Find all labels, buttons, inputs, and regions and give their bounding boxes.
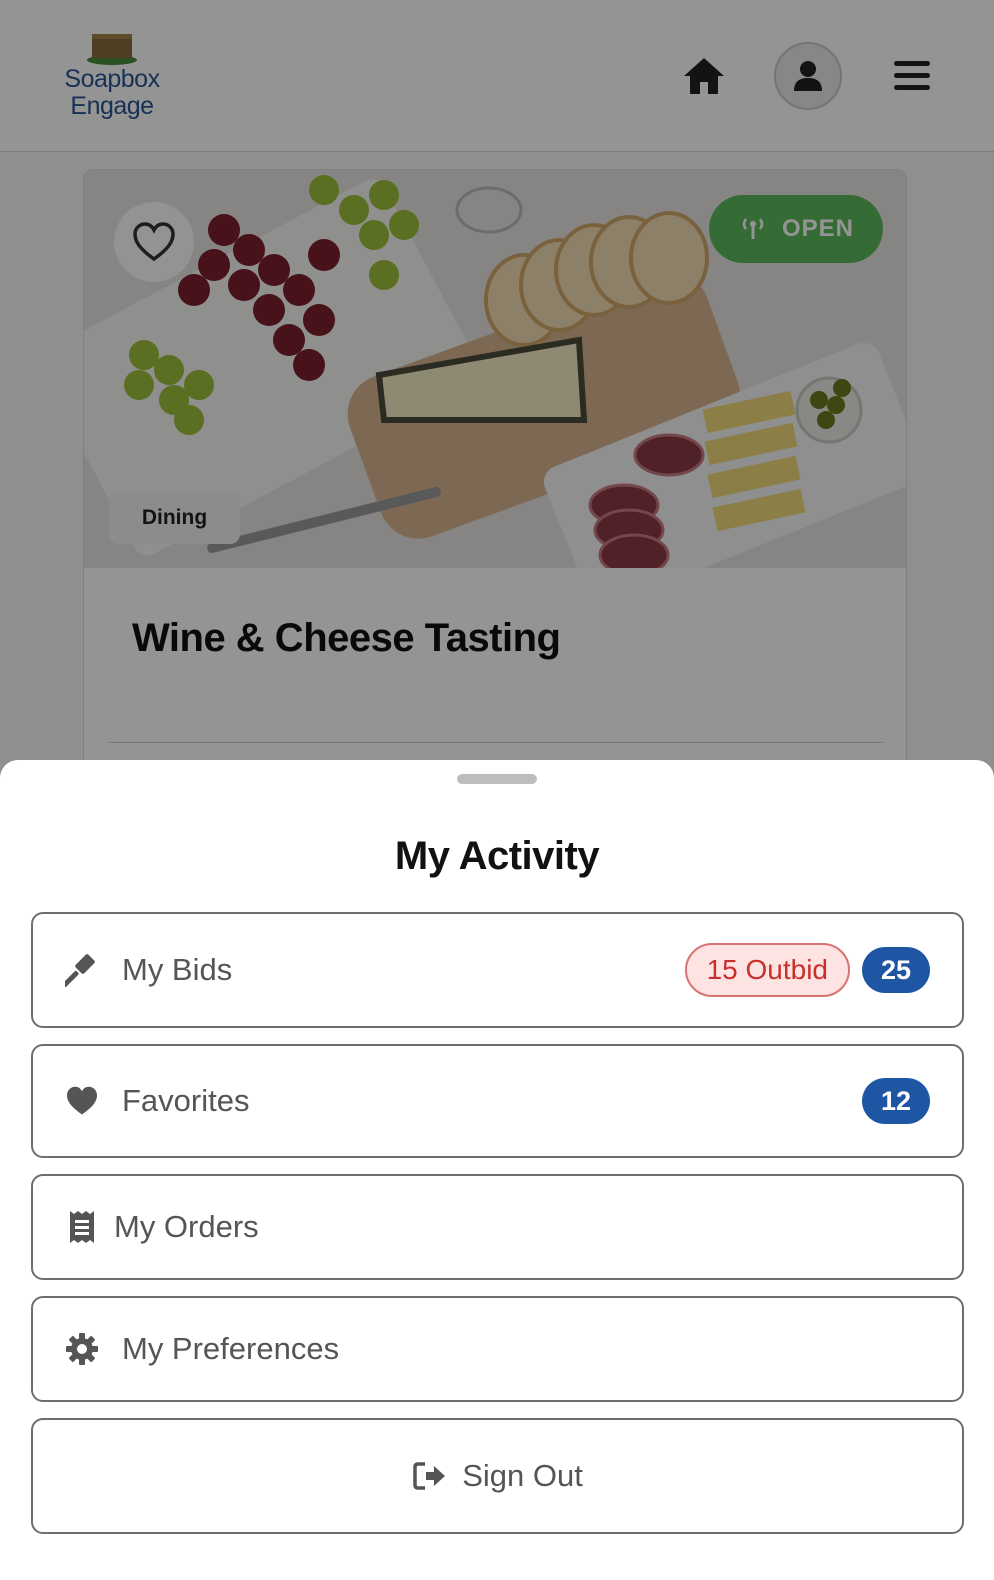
favorites-button[interactable]: Favorites 12 bbox=[31, 1044, 964, 1158]
sheet-title: My Activity bbox=[394, 834, 600, 878]
sign-out-label: Sign Out bbox=[462, 1458, 583, 1493]
bids-count-badge: 25 bbox=[862, 947, 930, 993]
my-orders-label: My Orders bbox=[114, 1209, 259, 1244]
receipt-icon bbox=[64, 1209, 100, 1245]
my-preferences-label: My Preferences bbox=[122, 1331, 340, 1366]
my-preferences-button[interactable]: My Preferences bbox=[31, 1296, 964, 1402]
gavel-icon bbox=[64, 952, 100, 988]
favorites-count-badge: 12 bbox=[862, 1078, 930, 1124]
sheet-drag-handle[interactable] bbox=[457, 774, 537, 784]
heart-icon bbox=[64, 1083, 100, 1119]
favorites-label: Favorites bbox=[122, 1083, 250, 1118]
sign-out-icon bbox=[412, 1458, 448, 1494]
my-activity-sheet: My Activity My Bids 15 Outbid 25 Favorit… bbox=[0, 760, 994, 1580]
my-orders-button[interactable]: My Orders bbox=[31, 1174, 964, 1280]
gear-icon bbox=[64, 1331, 100, 1367]
my-bids-label: My Bids bbox=[122, 952, 233, 987]
outbid-badge: 15 Outbid bbox=[684, 943, 850, 997]
my-bids-button[interactable]: My Bids 15 Outbid 25 bbox=[31, 912, 964, 1028]
sign-out-button[interactable]: Sign Out bbox=[31, 1418, 964, 1534]
